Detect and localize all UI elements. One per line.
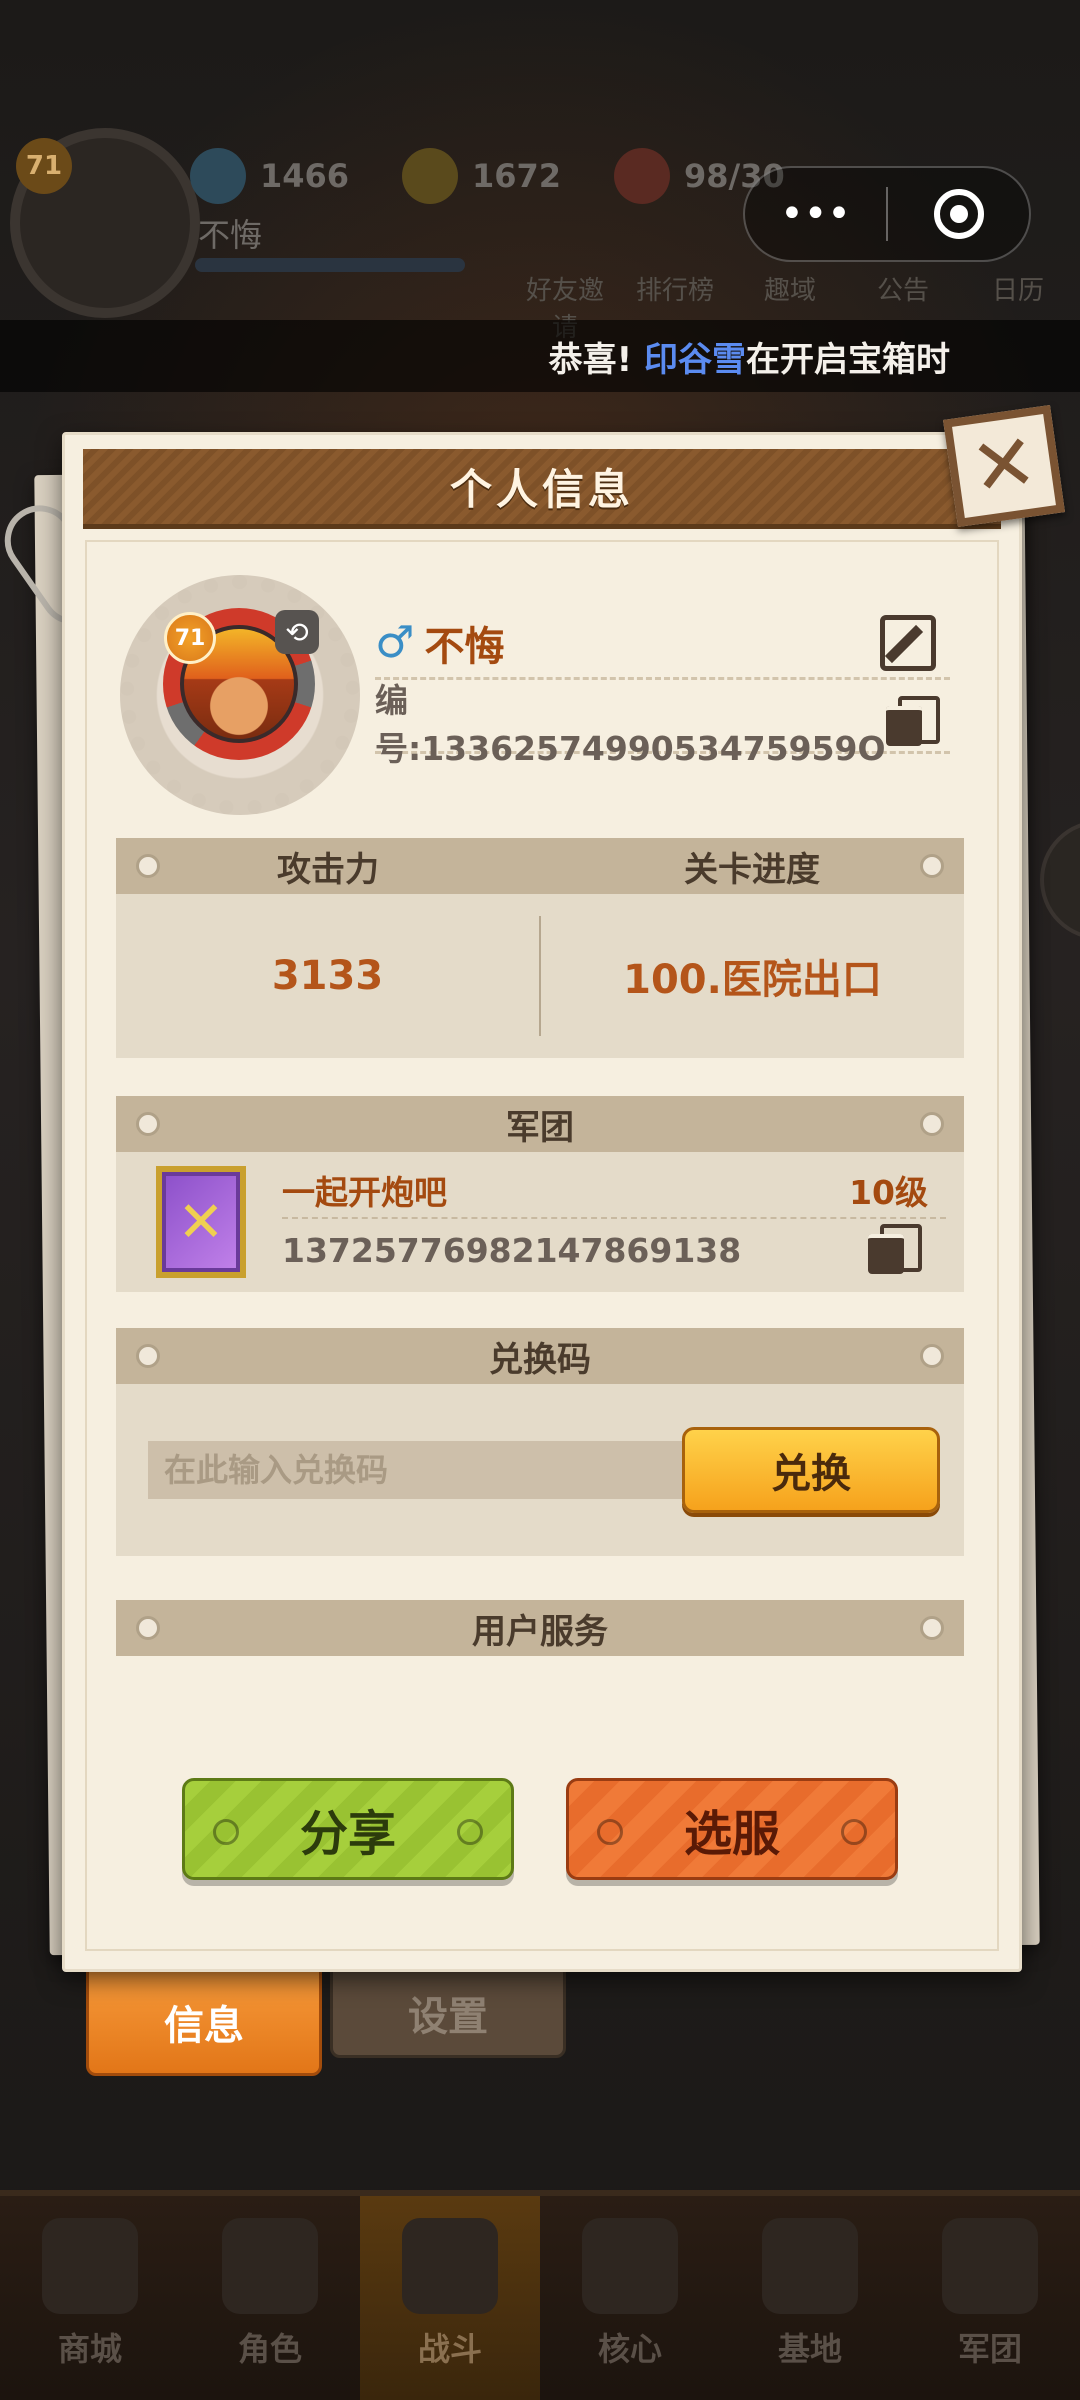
bolt-decoration bbox=[136, 1344, 160, 1368]
close-button[interactable]: ✕ bbox=[943, 405, 1065, 527]
more-options-button[interactable]: ••• bbox=[745, 168, 886, 260]
gem-icon bbox=[190, 148, 246, 204]
edit-name-icon[interactable] bbox=[880, 614, 936, 671]
nav-legion[interactable]: 军团 bbox=[900, 2196, 1080, 2400]
ticker-player: 印谷雪 bbox=[644, 339, 746, 380]
nav-character-label: 角色 bbox=[237, 2330, 302, 2368]
guns-icon bbox=[402, 2218, 498, 2314]
guild-level: 10级 bbox=[849, 1173, 928, 1212]
avatar-level-badge: 71 bbox=[164, 612, 216, 664]
bolt-decoration bbox=[136, 1616, 160, 1640]
services-header: 用户服务 bbox=[116, 1600, 964, 1656]
bolt-decoration bbox=[920, 854, 944, 878]
character-icon bbox=[222, 2218, 318, 2314]
bolt-decoration bbox=[920, 1616, 944, 1640]
nav-battle[interactable]: 战斗 bbox=[360, 2196, 540, 2400]
core-icon bbox=[582, 2218, 678, 2314]
redeem-button[interactable]: 兑换 bbox=[682, 1427, 940, 1513]
stats-header: 攻击力 关卡进度 bbox=[116, 838, 964, 894]
player-id: 编号:1336257499053475959O bbox=[375, 680, 886, 768]
redeem-code-input[interactable] bbox=[148, 1441, 688, 1499]
bolt-decoration bbox=[841, 1819, 867, 1845]
base-icon bbox=[762, 2218, 858, 2314]
nav-battle-label: 战斗 bbox=[417, 2330, 482, 2368]
stats-section: 攻击力 关卡进度 3133 100.医院出口 bbox=[116, 838, 964, 1058]
shop-icon bbox=[42, 2218, 138, 2314]
progress-label: 关卡进度 bbox=[684, 849, 820, 890]
share-button-label: 分享 bbox=[299, 1806, 396, 1862]
panel-title: 个人信息 bbox=[83, 449, 1001, 529]
hud-player-name: 不悔 bbox=[198, 216, 263, 254]
target-icon bbox=[933, 189, 984, 239]
close-miniprogram-button[interactable] bbox=[888, 168, 1029, 260]
share-button[interactable]: 分享 bbox=[182, 1778, 514, 1880]
services-body bbox=[116, 1656, 964, 1776]
bolt-decoration bbox=[920, 1112, 944, 1136]
select-server-button[interactable]: 选服 bbox=[566, 1778, 898, 1880]
legion-icon bbox=[942, 2218, 1038, 2314]
hud-gems: 1466 bbox=[190, 148, 350, 204]
select-server-label: 选服 bbox=[683, 1806, 780, 1862]
bolt-decoration bbox=[213, 1819, 239, 1845]
tab-settings[interactable]: 设置 bbox=[330, 1968, 566, 2058]
services-section: 用户服务 bbox=[116, 1600, 964, 1776]
redeem-header: 兑换码 bbox=[116, 1328, 964, 1384]
ticker-suffix: 在开启宝箱时 bbox=[746, 339, 950, 380]
tab-info[interactable]: 信息 bbox=[86, 1968, 322, 2076]
nav-character[interactable]: 角色 bbox=[180, 2196, 360, 2400]
guild-emblem-icon bbox=[156, 1166, 246, 1278]
hud-exp-bar bbox=[195, 258, 465, 272]
ticker-prefix: 恭喜! bbox=[548, 339, 633, 380]
redeem-section: 兑换码 兑换 bbox=[116, 1328, 964, 1556]
gem-count: 1466 bbox=[260, 157, 350, 195]
nav-shop[interactable]: 商城 bbox=[0, 2196, 180, 2400]
bolt-decoration bbox=[136, 1112, 160, 1136]
redeem-header-label: 兑换码 bbox=[489, 1339, 591, 1380]
guild-section: 军团 一起开炮吧 10级 1372577698214786913​8 bbox=[116, 1096, 964, 1292]
announcement-ticker: 恭喜! 印谷雪 在开启宝箱时 bbox=[0, 320, 1080, 392]
attack-value: 3133 bbox=[271, 953, 384, 999]
redeem-body: 兑换 bbox=[116, 1384, 964, 1556]
coin-count: 1672 bbox=[472, 157, 562, 195]
bolt-decoration bbox=[597, 1819, 623, 1845]
swap-avatar-icon[interactable]: ⟲ bbox=[275, 610, 319, 654]
guild-header-label: 军团 bbox=[506, 1107, 574, 1148]
bolt-decoration bbox=[136, 854, 160, 878]
guild-name-row: 一起开炮吧 10级 bbox=[282, 1163, 946, 1219]
copy-guild-id-icon[interactable] bbox=[868, 1224, 922, 1276]
bolt-decoration bbox=[920, 1344, 944, 1368]
bottom-nav: 商城 角色 战斗 核心 基地 军团 bbox=[0, 2190, 1080, 2400]
nav-base[interactable]: 基地 bbox=[720, 2196, 900, 2400]
player-id-row: 编号:1336257499053475959O bbox=[375, 681, 950, 768]
hud-level-badge: 71 bbox=[16, 138, 72, 194]
services-header-label: 用户服务 bbox=[472, 1611, 608, 1652]
attack-label: 攻击力 bbox=[277, 849, 379, 890]
nav-core[interactable]: 核心 bbox=[540, 2196, 720, 2400]
hud-coins: 1672 bbox=[402, 148, 562, 204]
male-icon: ♂ bbox=[375, 617, 415, 668]
guild-header: 军团 bbox=[116, 1096, 964, 1152]
coin-icon bbox=[402, 148, 458, 204]
progress-value: 100.医院出口 bbox=[623, 957, 882, 1003]
nav-shop-label: 商城 bbox=[57, 2330, 122, 2368]
hud-menu-friends: 好友邀请 bbox=[525, 276, 604, 343]
guild-name: 一起开炮吧 bbox=[282, 1173, 447, 1212]
guild-info: 一起开炮吧 10级 1372577698214786913​8 bbox=[282, 1163, 946, 1281]
close-icon: ✕ bbox=[965, 416, 1043, 516]
guild-body: 一起开炮吧 10级 1372577698214786913​8 bbox=[116, 1152, 964, 1292]
hud-menu-ranking: 排行榜 bbox=[635, 276, 714, 306]
miniprogram-capsule: ••• bbox=[743, 166, 1031, 262]
nav-core-label: 核心 bbox=[597, 2330, 662, 2368]
meat-icon bbox=[614, 148, 670, 204]
player-name-row: ♂ 不悔 bbox=[375, 608, 950, 680]
guild-id-row: 1372577698214786913​8 bbox=[282, 1219, 946, 1281]
nav-legion-label: 军团 bbox=[957, 2330, 1022, 2368]
nav-base-label: 基地 bbox=[777, 2330, 842, 2368]
stats-body: 3133 100.医院出口 bbox=[116, 894, 964, 1058]
player-name: 不悔 bbox=[424, 623, 505, 670]
bolt-decoration bbox=[457, 1819, 483, 1845]
guild-id: 1372577698214786913​8 bbox=[282, 1230, 742, 1270]
copy-id-icon[interactable] bbox=[885, 695, 941, 748]
